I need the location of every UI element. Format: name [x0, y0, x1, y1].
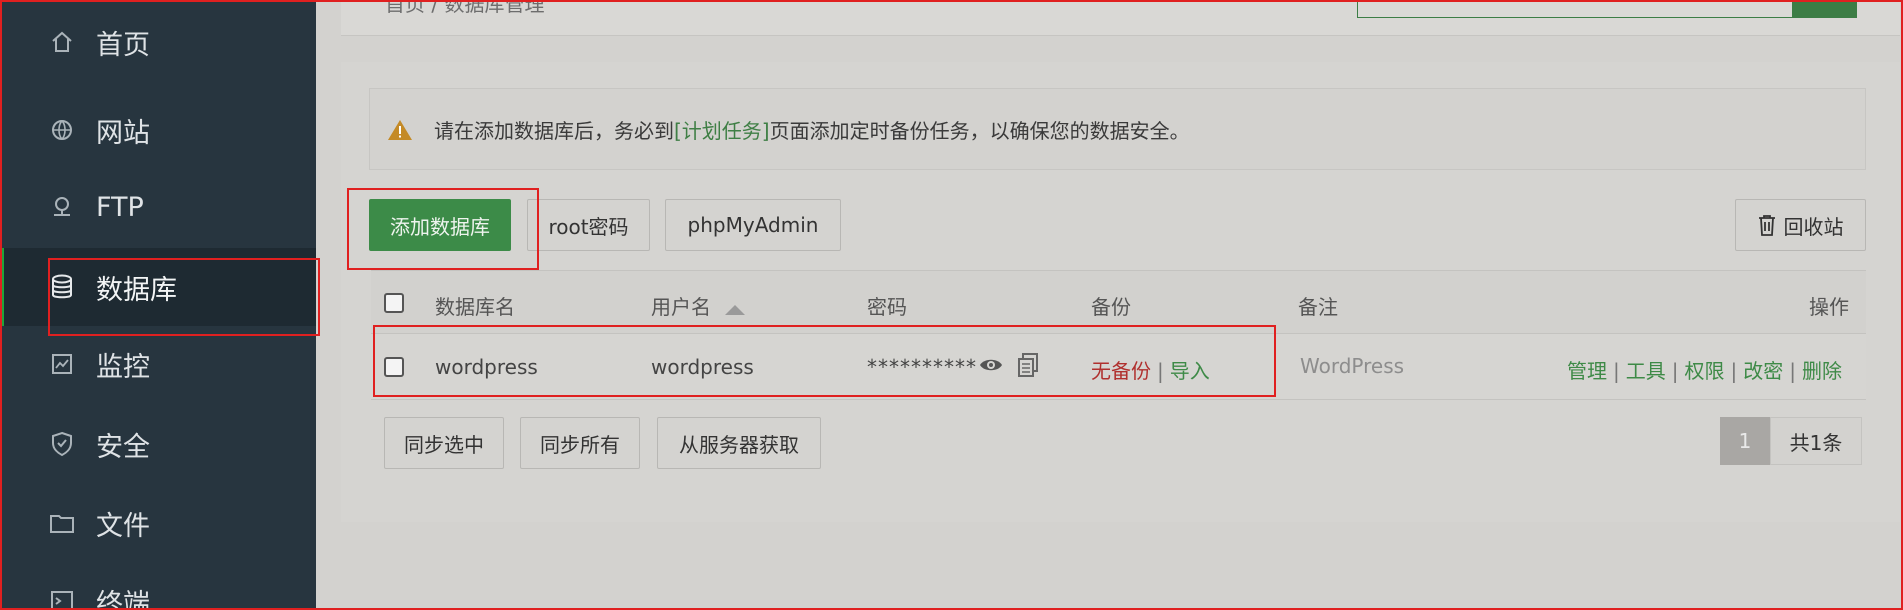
sidebar-item-ftp[interactable]: FTP: [0, 168, 316, 246]
trash-icon: [1758, 214, 1776, 236]
show-password-icon[interactable]: [979, 356, 1003, 378]
sidebar-item-monitor[interactable]: 监控: [0, 325, 316, 403]
warning-icon: [387, 119, 413, 141]
sidebar-item-database[interactable]: 数据库: [0, 248, 316, 326]
backup-cell: 无备份 | 导入: [1091, 359, 1210, 383]
operations-cell: 管理 | 工具 | 权限 | 改密 | 删除: [1567, 359, 1842, 383]
sidebar-item-label: 数据库: [96, 274, 177, 306]
sidebar-item-security[interactable]: 安全: [0, 405, 316, 483]
folder-icon: [48, 509, 76, 537]
import-link[interactable]: 导入: [1170, 359, 1210, 383]
password-cell: **********: [867, 355, 977, 379]
db-name-cell: wordpress: [435, 355, 538, 379]
row-checkbox[interactable]: [384, 357, 404, 377]
sidebar-item-label: 文件: [96, 510, 150, 542]
database-icon: [48, 273, 76, 301]
no-backup-link[interactable]: 无备份: [1091, 359, 1151, 383]
search-button[interactable]: [1793, 0, 1857, 18]
copy-password-icon[interactable]: [1018, 353, 1038, 381]
sidebar-item-label: FTP: [96, 191, 144, 223]
home-icon: [48, 28, 76, 56]
alert-text: 请在添加数据库后，务必到[计划任务]页面添加定时备份任务，以确保您的数据安全。: [434, 118, 1190, 143]
col-operations: 操作: [1809, 295, 1849, 319]
terminal-icon: [48, 587, 76, 610]
sidebar-item-website[interactable]: 网站: [0, 91, 316, 169]
col-backup: 备份: [1091, 295, 1131, 319]
table-row: wordpress wordpress ********** 无备份 | 导入 Wo…: [371, 334, 1866, 400]
sidebar-item-label: 监控: [96, 351, 150, 383]
sidebar-item-label: 安全: [96, 431, 150, 463]
phpmyadmin-button[interactable]: phpMyAdmin: [665, 199, 841, 251]
shield-icon: [48, 430, 76, 458]
fetch-from-server-button[interactable]: 从服务器获取: [657, 417, 821, 469]
add-database-button[interactable]: 添加数据库: [369, 199, 511, 251]
sync-selected-button[interactable]: 同步选中: [384, 417, 504, 469]
username-cell: wordpress: [651, 355, 754, 379]
total-count: 共1条: [1770, 417, 1862, 465]
sidebar-item-label: 首页: [96, 29, 150, 61]
col-db-name[interactable]: 数据库名: [435, 291, 515, 320]
sidebar-item-files[interactable]: 文件: [0, 484, 316, 562]
sidebar-item-label: 网站: [96, 117, 150, 149]
root-password-button[interactable]: root密码: [527, 199, 650, 251]
monitor-icon: [48, 350, 76, 378]
sort-up-icon: [725, 297, 745, 321]
sidebar-item-home[interactable]: 首页: [0, 3, 316, 81]
table-header: 数据库名 用户名 密码 备份 备注 操作: [371, 270, 1866, 334]
sidebar-item-label: 终端: [96, 588, 150, 610]
col-password: 密码: [867, 295, 907, 319]
manage-link[interactable]: 管理: [1567, 359, 1607, 383]
delete-link[interactable]: 删除: [1802, 359, 1842, 383]
globe-icon: [48, 116, 76, 144]
permission-link[interactable]: 权限: [1685, 359, 1725, 383]
breadcrumb: 首页 / 数据库管理: [385, 0, 545, 16]
recycle-bin-button[interactable]: 回收站: [1735, 199, 1866, 251]
change-password-link[interactable]: 改密: [1743, 359, 1783, 383]
cron-task-link[interactable]: [计划任务]: [674, 119, 770, 143]
col-remark: 备注: [1298, 295, 1338, 319]
remark-cell[interactable]: WordPress: [1300, 354, 1404, 378]
sync-all-button[interactable]: 同步所有: [520, 417, 640, 469]
sidebar: 首页 网站 FTP 数据库 监控 安全 文件 终端: [0, 0, 316, 610]
search-input[interactable]: [1357, 0, 1793, 18]
sidebar-item-terminal[interactable]: 终端: [0, 562, 316, 610]
backup-alert: 请在添加数据库后，务必到[计划任务]页面添加定时备份任务，以确保您的数据安全。: [369, 88, 1866, 170]
recycle-bin-label: 回收站: [1783, 214, 1844, 239]
tools-link[interactable]: 工具: [1626, 359, 1666, 383]
select-all-checkbox[interactable]: [384, 293, 404, 313]
page-number[interactable]: 1: [1720, 417, 1770, 465]
ftp-icon: [48, 193, 76, 221]
col-username[interactable]: 用户名: [651, 291, 745, 321]
